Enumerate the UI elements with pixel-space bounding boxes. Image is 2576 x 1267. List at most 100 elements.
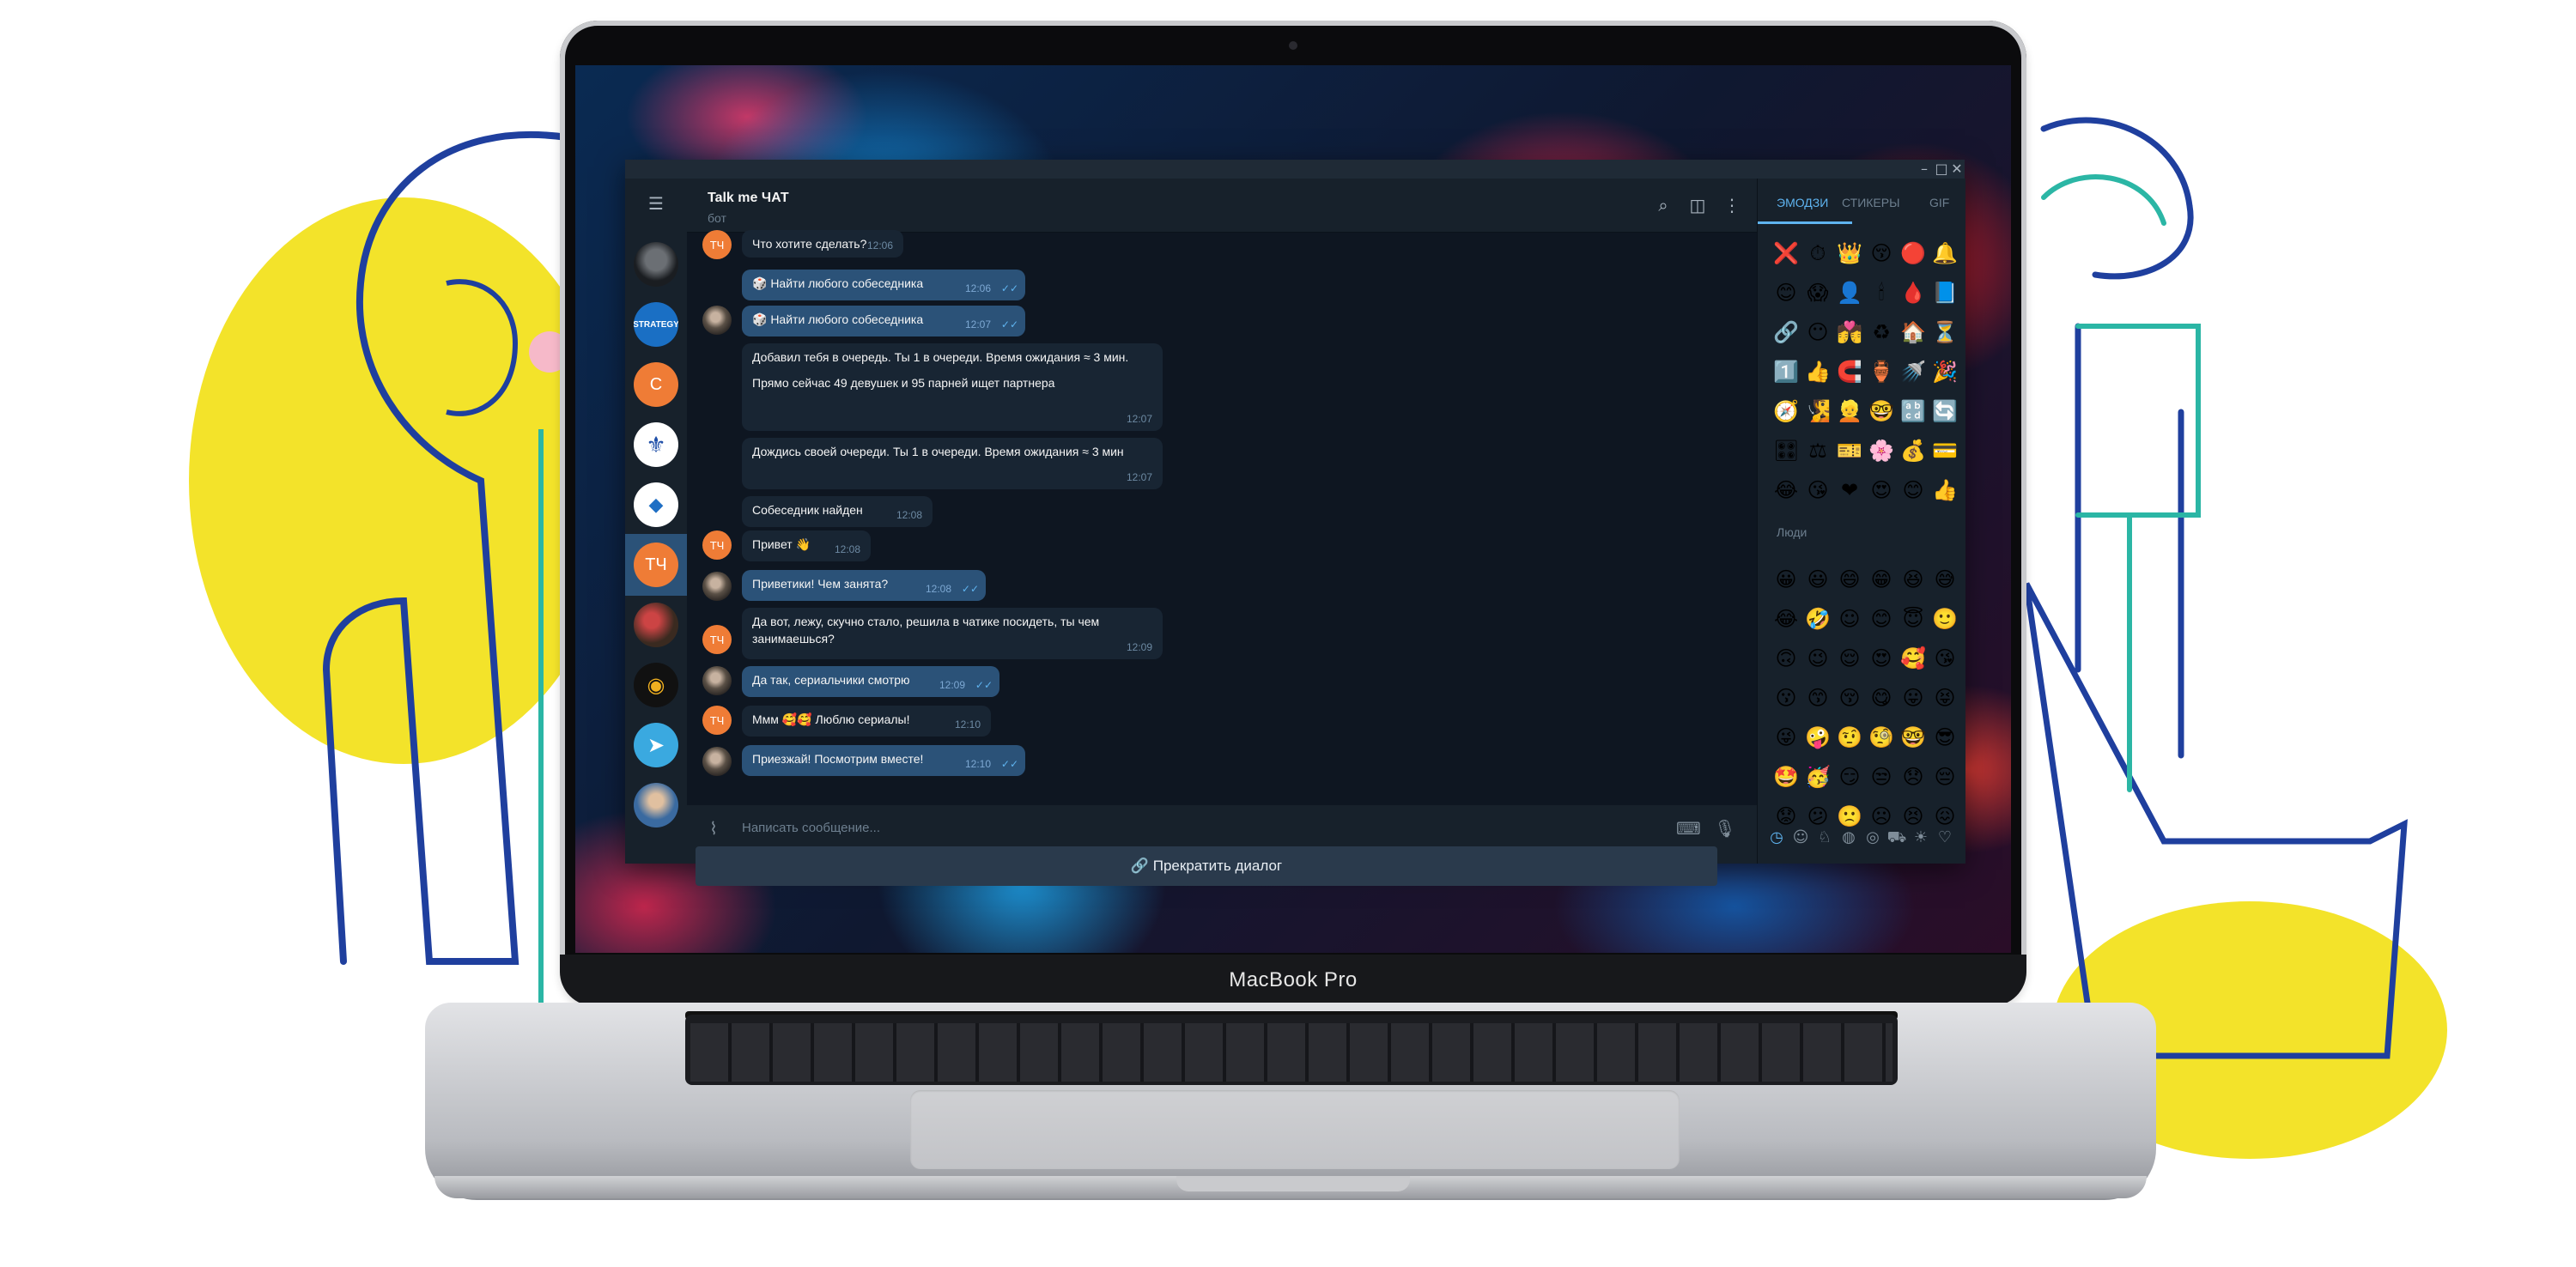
sidebar-item-fish[interactable]: ◆ xyxy=(634,482,678,527)
emoji-button[interactable]: 🧲 xyxy=(1837,359,1862,385)
heart-icon[interactable]: ♡ xyxy=(1935,827,1955,848)
emoji-button[interactable]: 🎉 xyxy=(1932,359,1958,385)
emoji-button[interactable]: 😒 xyxy=(1868,764,1894,790)
emoji-button[interactable]: 👱 xyxy=(1837,398,1862,424)
emoji-button[interactable]: 🏺 xyxy=(1868,359,1894,385)
apple-icon[interactable]: ◍ xyxy=(1838,827,1859,848)
emoji-button[interactable]: 💳 xyxy=(1932,438,1958,464)
emoji-button[interactable]: ⏱ xyxy=(1805,240,1831,266)
close-icon[interactable]: ✕ xyxy=(1949,161,1965,177)
more-icon[interactable]: ⋮ xyxy=(1721,194,1743,216)
emoji-button[interactable]: 🥰 xyxy=(1900,646,1926,671)
search-icon[interactable]: ⌕ xyxy=(1652,194,1674,216)
emoji-button[interactable]: 🤓 xyxy=(1868,398,1894,424)
emoji-button[interactable]: 😏 xyxy=(1837,764,1862,790)
emoji-button[interactable]: 💏 xyxy=(1837,319,1862,345)
emoji-button[interactable]: 🙂 xyxy=(1932,606,1958,632)
message-avatar[interactable]: ТЧ xyxy=(702,530,732,560)
bulb-icon[interactable]: ☀ xyxy=(1911,827,1931,848)
sidebar-item-game[interactable] xyxy=(634,603,678,647)
message-avatar[interactable]: ТЧ xyxy=(702,230,732,259)
sidebar-item-chat-1[interactable] xyxy=(634,242,678,287)
emoji-button[interactable]: ❌ xyxy=(1773,240,1799,266)
emoji-button[interactable]: 🤪 xyxy=(1805,724,1831,750)
maximize-icon[interactable]: □ xyxy=(1934,161,1949,177)
emoji-button[interactable]: 😂 xyxy=(1773,477,1799,503)
sidebar-item-strategy[interactable]: STRATEGY xyxy=(634,302,678,347)
emoji-button[interactable]: 📘 xyxy=(1932,280,1958,306)
emoji-button[interactable]: 😔 xyxy=(1932,764,1958,790)
emoji-button[interactable]: 😉 xyxy=(1805,646,1831,671)
emoji-button[interactable]: 🥳 xyxy=(1805,764,1831,790)
emoji-button[interactable]: 😊 xyxy=(1773,280,1799,306)
message-input[interactable]: Написать сообщение... xyxy=(742,821,880,835)
emoji-button[interactable]: 🤓 xyxy=(1900,724,1926,750)
sidebar-item-person[interactable] xyxy=(634,783,678,827)
microphone-icon[interactable]: 🎙 xyxy=(1714,817,1736,840)
emoji-button[interactable]: 😌 xyxy=(1837,646,1862,671)
emoji-button[interactable]: 🚿 xyxy=(1900,359,1926,385)
stop-dialog-button[interactable]: 🔗 Прекратить диалог xyxy=(696,846,1717,886)
cat-icon[interactable]: ♘ xyxy=(1814,827,1835,848)
emoji-button[interactable]: 😇 xyxy=(1900,606,1926,632)
ball-icon[interactable]: ◎ xyxy=(1862,827,1883,848)
emoji-button[interactable]: ☺ xyxy=(1837,606,1862,632)
clock-icon[interactable]: ◷ xyxy=(1766,827,1787,848)
message-avatar[interactable] xyxy=(702,572,732,601)
chat-title[interactable]: Talk me ЧАТ xyxy=(708,191,789,206)
emoji-button[interactable]: 😃 xyxy=(1805,567,1831,592)
emoji-button[interactable]: 🤣 xyxy=(1805,606,1831,632)
emoji-button[interactable]: 😝 xyxy=(1932,685,1958,711)
smile-icon[interactable]: ☺ xyxy=(1790,827,1811,848)
emoji-button[interactable]: 😘 xyxy=(1805,477,1831,503)
emoji-button[interactable]: 1️⃣ xyxy=(1773,359,1799,385)
sidebar-item-eye[interactable]: ◉ xyxy=(634,663,678,707)
minimize-icon[interactable]: – xyxy=(1917,161,1932,177)
emoji-button[interactable]: 😛 xyxy=(1900,685,1926,711)
emoji-button[interactable]: 😂 xyxy=(1773,606,1799,632)
emoji-button[interactable]: 👑 xyxy=(1837,240,1862,266)
bot-keyboard-icon[interactable]: ⌨ xyxy=(1676,817,1701,840)
emoji-button[interactable]: ♻ xyxy=(1868,319,1894,345)
emoji-button[interactable]: 🎫 xyxy=(1837,438,1862,464)
emoji-button[interactable]: 😄 xyxy=(1837,567,1862,592)
tab-emoji[interactable]: ЭМОДЗИ xyxy=(1777,196,1828,209)
emoji-button[interactable]: 😅 xyxy=(1932,567,1958,592)
emoji-button[interactable]: 😋 xyxy=(1868,685,1894,711)
tab-stickers[interactable]: СТИКЕРЫ xyxy=(1842,196,1899,209)
emoji-button[interactable]: 😀 xyxy=(1773,567,1799,592)
emoji-button[interactable]: 👍 xyxy=(1805,359,1831,385)
emoji-button[interactable]: 😊 xyxy=(1868,606,1894,632)
emoji-button[interactable]: 🎛 xyxy=(1773,438,1799,464)
emoji-button[interactable]: 👍 xyxy=(1932,477,1958,503)
emoji-button[interactable]: 😚 xyxy=(1837,685,1862,711)
sidebar-toggle-icon[interactable]: ◫ xyxy=(1686,194,1709,216)
attach-icon[interactable]: ⌇ xyxy=(702,817,725,840)
emoji-button[interactable]: 🧏 xyxy=(1805,398,1831,424)
tab-gif[interactable]: GIF xyxy=(1929,196,1949,209)
emoji-button[interactable]: 😙 xyxy=(1805,685,1831,711)
emoji-button[interactable]: 😞 xyxy=(1900,764,1926,790)
emoji-button[interactable]: 😘 xyxy=(1932,646,1958,671)
emoji-button[interactable]: 😜 xyxy=(1773,724,1799,750)
emoji-button[interactable]: 🔴 xyxy=(1900,240,1926,266)
emoji-button[interactable]: 😚 xyxy=(1868,240,1894,266)
emoji-button[interactable]: 🧐 xyxy=(1868,724,1894,750)
emoji-button[interactable]: ⚖ xyxy=(1805,438,1831,464)
emoji-button[interactable]: 😆 xyxy=(1900,567,1926,592)
emoji-button[interactable]: 🩸 xyxy=(1900,280,1926,306)
emoji-button[interactable]: 🤩 xyxy=(1773,764,1799,790)
emoji-button[interactable]: 🤨 xyxy=(1837,724,1862,750)
emoji-button[interactable]: 🔄 xyxy=(1932,398,1958,424)
message-avatar[interactable]: ТЧ xyxy=(702,625,732,654)
emoji-button[interactable]: 😁 xyxy=(1868,567,1894,592)
emoji-button[interactable]: 😍 xyxy=(1868,646,1894,671)
sidebar-item-tc[interactable]: ТЧ xyxy=(634,543,678,587)
emoji-button[interactable]: 👤 xyxy=(1837,280,1862,306)
message-avatar[interactable] xyxy=(702,666,732,695)
emoji-button[interactable]: 🏠 xyxy=(1900,319,1926,345)
emoji-button[interactable]: 🔡 xyxy=(1900,398,1926,424)
emoji-button[interactable]: 🙃 xyxy=(1773,646,1799,671)
emoji-button[interactable]: 😗 xyxy=(1773,685,1799,711)
emoji-button[interactable]: 🔗 xyxy=(1773,319,1799,345)
